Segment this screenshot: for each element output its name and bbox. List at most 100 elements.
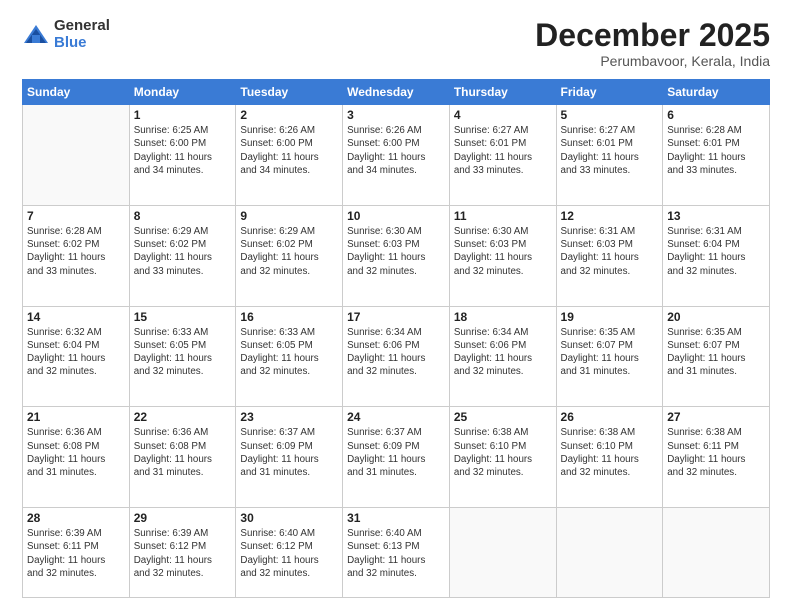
day-info: Sunrise: 6:29 AM Sunset: 6:02 PM Dayligh… [240,225,338,278]
weekday-header-row: SundayMondayTuesdayWednesdayThursdayFrid… [23,80,770,105]
calendar-cell: 15Sunrise: 6:33 AM Sunset: 6:05 PM Dayli… [129,306,236,407]
calendar-cell: 14 Sunrise: 6:32 AM Sunset: 6:04 PM Dayli… [23,306,130,407]
day-info: Sunrise: 6:40 AM Sunset: 6:12 PM Dayligh… [240,527,338,580]
day-number: 1 [134,108,232,122]
calendar-cell: 25 Sunrise: 6:38 AM Sunset: 6:10 PM Dayli… [449,407,556,508]
day-number: 25 [454,410,552,424]
weekday-header-friday: Friday [556,80,663,105]
logo: General Blue [22,18,110,51]
day-info: Sunrise: 6:34 AM Sunset: 6:06 PM Dayligh… [454,326,552,379]
day-info: Sunrise: 6:36 AM Sunset: 6:08 PM Dayligh… [27,426,125,479]
day-info: Sunrise: 6:25 AM Sunset: 6:00 PM Dayligh… [134,124,232,177]
calendar-cell [556,508,663,598]
page: General Blue December 2025 Perumbavoor, … [0,0,792,612]
weekday-header-tuesday: Tuesday [236,80,343,105]
calendar-cell: 11 Sunrise: 6:30 AM Sunset: 6:03 PM Dayli… [449,205,556,306]
logo-general-label: General [54,18,110,35]
day-number: 4 [454,108,552,122]
header: General Blue December 2025 Perumbavoor, … [22,18,770,69]
calendar-cell: 12Sunrise: 6:31 AM Sunset: 6:03 PM Dayli… [556,205,663,306]
weekday-header-monday: Monday [129,80,236,105]
calendar-cell [23,105,130,206]
calendar-cell: 23 Sunrise: 6:37 AM Sunset: 6:09 PM Dayli… [236,407,343,508]
calendar-cell: 21 Sunrise: 6:36 AM Sunset: 6:08 PM Dayli… [23,407,130,508]
day-info: Sunrise: 6:36 AM Sunset: 6:08 PM Dayligh… [134,426,232,479]
logo-text: General Blue [54,18,110,51]
day-number: 27 [667,410,765,424]
calendar-cell: 29 Sunrise: 6:39 AM Sunset: 6:12 PM Dayli… [129,508,236,598]
day-number: 6 [667,108,765,122]
calendar-cell: 27 Sunrise: 6:38 AM Sunset: 6:11 PM Dayli… [663,407,770,508]
calendar-cell [663,508,770,598]
day-info: Sunrise: 6:38 AM Sunset: 6:10 PM Dayligh… [454,426,552,479]
day-number: 13 [667,209,765,223]
calendar-cell: 26 Sunrise: 6:38 AM Sunset: 6:10 PM Dayli… [556,407,663,508]
day-info: Sunrise: 6:38 AM Sunset: 6:10 PM Dayligh… [561,426,659,479]
title-block: December 2025 Perumbavoor, Kerala, India [535,18,770,69]
calendar-cell: 20 Sunrise: 6:35 AM Sunset: 6:07 PM Dayli… [663,306,770,407]
day-number: 2 [240,108,338,122]
calendar-cell: 22Sunrise: 6:36 AM Sunset: 6:08 PM Dayli… [129,407,236,508]
calendar-cell: 17Sunrise: 6:34 AM Sunset: 6:06 PM Dayli… [343,306,450,407]
week-row-3: 14 Sunrise: 6:32 AM Sunset: 6:04 PM Dayli… [23,306,770,407]
calendar-cell: 30 Sunrise: 6:40 AM Sunset: 6:12 PM Dayli… [236,508,343,598]
day-number: 16 [240,310,338,324]
calendar-cell [449,508,556,598]
weekday-header-saturday: Saturday [663,80,770,105]
day-info: Sunrise: 6:39 AM Sunset: 6:12 PM Dayligh… [134,527,232,580]
day-info: Sunrise: 6:35 AM Sunset: 6:07 PM Dayligh… [667,326,765,379]
calendar-cell: 24 Sunrise: 6:37 AM Sunset: 6:09 PM Dayli… [343,407,450,508]
day-number: 12 [561,209,659,223]
day-number: 20 [667,310,765,324]
calendar-cell: 6 Sunrise: 6:28 AM Sunset: 6:01 PM Daylig… [663,105,770,206]
day-number: 21 [27,410,125,424]
calendar-cell: 16Sunrise: 6:33 AM Sunset: 6:05 PM Dayli… [236,306,343,407]
week-row-4: 21 Sunrise: 6:36 AM Sunset: 6:08 PM Dayli… [23,407,770,508]
day-info: Sunrise: 6:40 AM Sunset: 6:13 PM Dayligh… [347,527,445,580]
day-number: 9 [240,209,338,223]
calendar-cell: 19 Sunrise: 6:35 AM Sunset: 6:07 PM Dayli… [556,306,663,407]
calendar-cell: 4 Sunrise: 6:27 AM Sunset: 6:01 PM Daylig… [449,105,556,206]
weekday-header-wednesday: Wednesday [343,80,450,105]
day-number: 7 [27,209,125,223]
day-number: 29 [134,511,232,525]
logo-icon [22,21,50,49]
day-info: Sunrise: 6:29 AM Sunset: 6:02 PM Dayligh… [134,225,232,278]
day-info: Sunrise: 6:30 AM Sunset: 6:03 PM Dayligh… [454,225,552,278]
day-number: 28 [27,511,125,525]
calendar-cell: 9 Sunrise: 6:29 AM Sunset: 6:02 PM Daylig… [236,205,343,306]
calendar-cell: 2 Sunrise: 6:26 AM Sunset: 6:00 PM Daylig… [236,105,343,206]
calendar-cell: 13 Sunrise: 6:31 AM Sunset: 6:04 PM Dayli… [663,205,770,306]
day-number: 26 [561,410,659,424]
day-info: Sunrise: 6:35 AM Sunset: 6:07 PM Dayligh… [561,326,659,379]
day-number: 23 [240,410,338,424]
calendar-cell: 28 Sunrise: 6:39 AM Sunset: 6:11 PM Dayli… [23,508,130,598]
day-info: Sunrise: 6:39 AM Sunset: 6:11 PM Dayligh… [27,527,125,580]
location-subtitle: Perumbavoor, Kerala, India [535,53,770,69]
day-info: Sunrise: 6:28 AM Sunset: 6:02 PM Dayligh… [27,225,125,278]
day-info: Sunrise: 6:26 AM Sunset: 6:00 PM Dayligh… [347,124,445,177]
month-title: December 2025 [535,18,770,53]
calendar-cell: 10Sunrise: 6:30 AM Sunset: 6:03 PM Dayli… [343,205,450,306]
day-info: Sunrise: 6:27 AM Sunset: 6:01 PM Dayligh… [454,124,552,177]
day-info: Sunrise: 6:31 AM Sunset: 6:04 PM Dayligh… [667,225,765,278]
day-info: Sunrise: 6:38 AM Sunset: 6:11 PM Dayligh… [667,426,765,479]
day-number: 18 [454,310,552,324]
day-info: Sunrise: 6:32 AM Sunset: 6:04 PM Dayligh… [27,326,125,379]
day-number: 3 [347,108,445,122]
day-number: 14 [27,310,125,324]
weekday-header-sunday: Sunday [23,80,130,105]
day-number: 30 [240,511,338,525]
logo-blue-label: Blue [54,35,110,52]
day-number: 11 [454,209,552,223]
day-number: 19 [561,310,659,324]
day-info: Sunrise: 6:26 AM Sunset: 6:00 PM Dayligh… [240,124,338,177]
day-info: Sunrise: 6:37 AM Sunset: 6:09 PM Dayligh… [240,426,338,479]
day-info: Sunrise: 6:28 AM Sunset: 6:01 PM Dayligh… [667,124,765,177]
calendar-cell: 31Sunrise: 6:40 AM Sunset: 6:13 PM Dayli… [343,508,450,598]
calendar-table: SundayMondayTuesdayWednesdayThursdayFrid… [22,79,770,598]
day-number: 24 [347,410,445,424]
day-info: Sunrise: 6:33 AM Sunset: 6:05 PM Dayligh… [134,326,232,379]
day-info: Sunrise: 6:37 AM Sunset: 6:09 PM Dayligh… [347,426,445,479]
calendar-cell: 18 Sunrise: 6:34 AM Sunset: 6:06 PM Dayli… [449,306,556,407]
